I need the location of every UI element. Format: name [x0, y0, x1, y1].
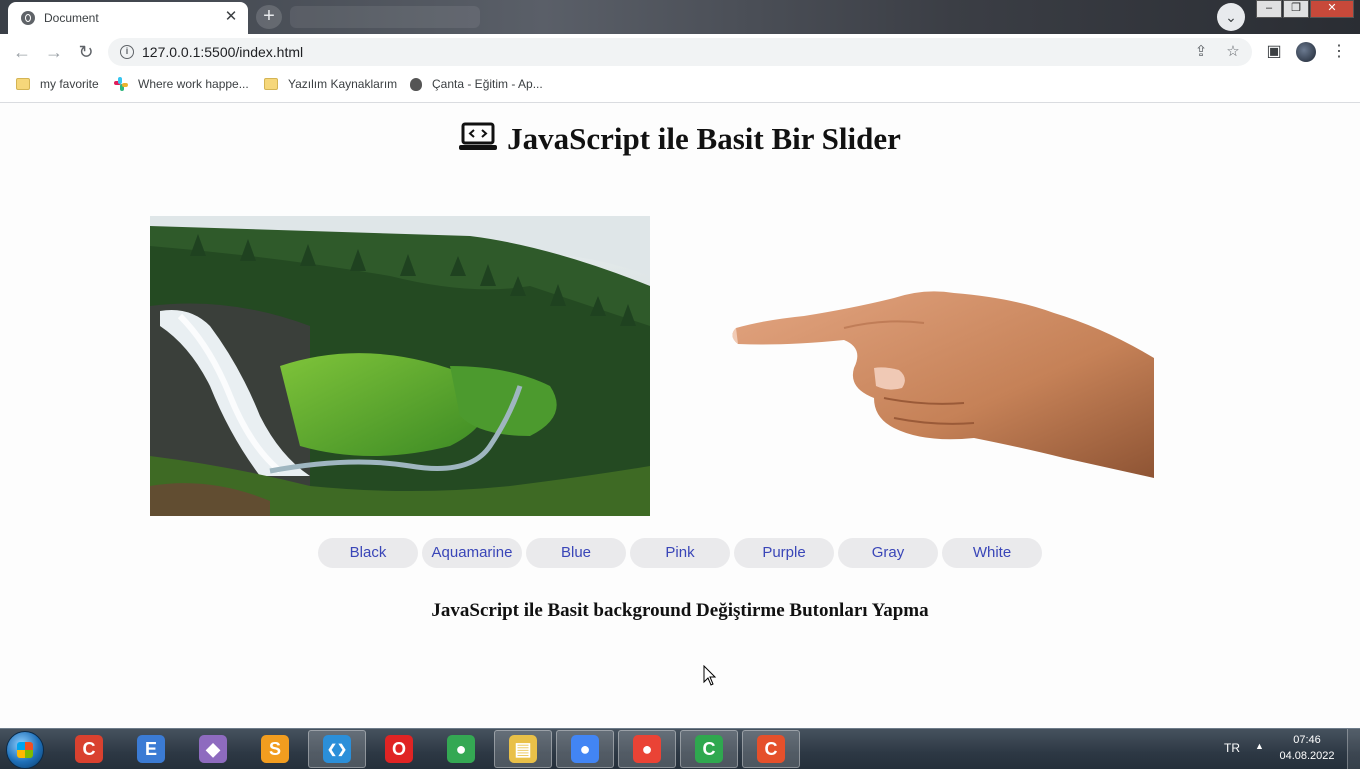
taskbar-app-opera[interactable]: O [370, 730, 428, 768]
mouse-pointer-icon [703, 664, 717, 687]
window-controls: – ❐ ✕ [1255, 0, 1354, 18]
ccleaner-icon: C [75, 735, 103, 763]
bookmark-label: my favorite [40, 77, 99, 91]
bookmarks-bar: my favorite Where work happe... Yazılım … [0, 70, 1360, 103]
page-heading: JavaScript ile Basit Bir Slider [0, 121, 1360, 157]
chrome-icon: ● [447, 735, 475, 763]
show-desktop-button[interactable] [1347, 729, 1360, 769]
color-button-group: Black Aquamarine Blue Pink Purple Gray W… [318, 538, 1046, 568]
tab-title: Document [44, 11, 99, 25]
tab-close-icon[interactable]: ✕ [222, 8, 240, 26]
taskbar-app-vscode[interactable]: ❮❯ [308, 730, 366, 768]
bookmark-label: Çanta - Eğitim - Ap... [432, 77, 543, 91]
taskbar-app-git[interactable]: ◆ [184, 730, 242, 768]
clock-date[interactable]: 04.08.2022 [1276, 750, 1338, 762]
side-panel-icon[interactable]: ▣ [1262, 40, 1286, 64]
tab-search-button[interactable]: ⌄ [1217, 3, 1245, 31]
browser-toolbar: ← → ↻ i 127.0.0.1:5500/index.html ⇪ ☆ ▣ … [0, 34, 1360, 70]
bookmark-star-icon[interactable]: ☆ [1222, 41, 1244, 63]
folder-icon [264, 78, 278, 90]
taskbar-app-camtasia[interactable]: C [680, 730, 738, 768]
white-button[interactable]: White [942, 538, 1042, 568]
laptop-code-icon [459, 122, 498, 152]
chrome-profile-icon: ● [571, 735, 599, 763]
editor-icon: E [137, 735, 165, 763]
folder-icon [16, 78, 30, 90]
camtasia-icon: C [695, 735, 723, 763]
slider-image-waterfall [150, 216, 650, 516]
aquamarine-button[interactable]: Aquamarine [422, 538, 522, 568]
git-icon: ◆ [199, 735, 227, 763]
site-info-icon[interactable]: i [120, 45, 134, 59]
vscode-icon: ❮❯ [323, 735, 351, 763]
taskbar-app-chrome-profile[interactable]: ● [556, 730, 614, 768]
taskbar-app-file-explorer[interactable]: ▤ [494, 730, 552, 768]
taskbar-app-camtasia-recorder[interactable]: C [742, 730, 800, 768]
address-bar[interactable]: i 127.0.0.1:5500/index.html ⇪ ☆ [108, 38, 1252, 66]
new-tab-button[interactable]: + [256, 5, 282, 29]
purple-button[interactable]: Purple [734, 538, 834, 568]
clock-time[interactable]: 07:46 [1280, 734, 1334, 746]
background-tab[interactable] [290, 6, 480, 28]
windows-taskbar: C E ◆ S ❮❯ O ● ▤ ● ● C C TR ▲ 07:46 04.08.2022 [0, 728, 1360, 769]
menu-kebab-icon[interactable]: ⋮ [1327, 40, 1351, 64]
sublime-text-icon: S [261, 735, 289, 763]
gray-button[interactable]: Gray [838, 538, 938, 568]
page-content: JavaScript ile Basit Bir Slider Black Aq… [0, 103, 1360, 728]
chrome-profile2-icon: ● [633, 735, 661, 763]
bookmark-canta-egitim[interactable]: Çanta - Eğitim - Ap... [410, 70, 543, 98]
bookmark-my-favorite[interactable]: my favorite [16, 70, 99, 98]
tab-document[interactable]: Document ✕ [8, 2, 248, 34]
pink-button[interactable]: Pink [630, 538, 730, 568]
profile-avatar[interactable] [1296, 42, 1316, 62]
blue-button[interactable]: Blue [526, 538, 626, 568]
back-button[interactable]: ← [8, 38, 36, 66]
minimize-button[interactable]: – [1256, 0, 1282, 18]
reload-button[interactable]: ↻ [72, 38, 100, 66]
pointing-hand-image [724, 288, 1154, 478]
bookmark-label: Where work happe... [138, 77, 249, 91]
browser-tab-strip: Document ✕ + ⌄ – ❐ ✕ [0, 0, 1360, 34]
bookmark-where-work-happens[interactable]: Where work happe... [114, 70, 249, 98]
taskbar-app-chrome-profile2[interactable]: ● [618, 730, 676, 768]
taskbar-app-chrome[interactable]: ● [432, 730, 490, 768]
taskbar-app-ccleaner[interactable]: C [60, 730, 118, 768]
language-indicator[interactable]: TR [1224, 741, 1240, 755]
share-icon[interactable]: ⇪ [1190, 41, 1212, 63]
taskbar-app-sublime-text[interactable]: S [246, 730, 304, 768]
start-button[interactable] [6, 731, 44, 769]
tray-expand-icon[interactable]: ▲ [1255, 741, 1264, 751]
camtasia-recorder-icon: C [757, 735, 785, 763]
black-button[interactable]: Black [318, 538, 418, 568]
apple-icon [410, 77, 422, 91]
bookmark-yazilim-kaynaklarim[interactable]: Yazılım Kaynaklarım [264, 70, 397, 98]
restore-button[interactable]: ❐ [1283, 0, 1309, 18]
slack-icon [114, 77, 128, 91]
bookmark-label: Yazılım Kaynaklarım [288, 77, 398, 91]
close-window-button[interactable]: ✕ [1310, 0, 1354, 18]
heading-text: JavaScript ile Basit Bir Slider [507, 121, 901, 156]
opera-icon: O [385, 735, 413, 763]
forward-button[interactable]: → [40, 38, 68, 66]
globe-icon [21, 11, 35, 25]
file-explorer-icon: ▤ [509, 735, 537, 763]
page-subtitle: JavaScript ile Basit background Değiştir… [431, 600, 929, 621]
taskbar-app-editor[interactable]: E [122, 730, 180, 768]
url-text[interactable]: 127.0.0.1:5500/index.html [142, 44, 303, 60]
